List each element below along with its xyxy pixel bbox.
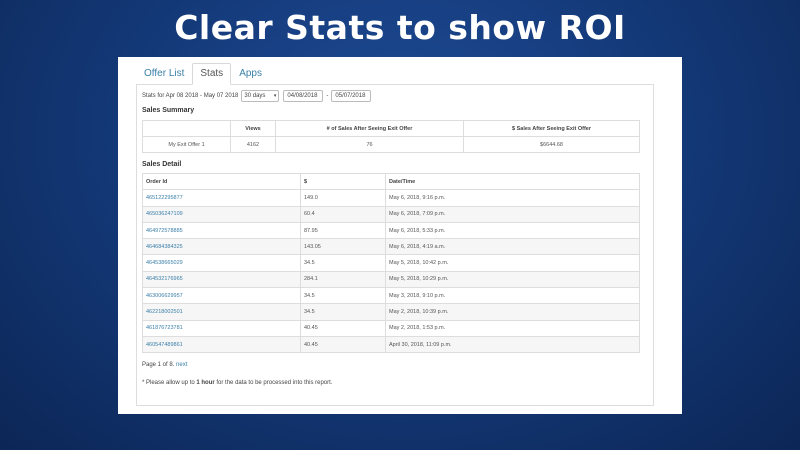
order-id-link[interactable]: 461876723781 bbox=[146, 325, 183, 331]
summary-header-cell bbox=[142, 120, 231, 137]
slide-title: Clear Stats to show ROI bbox=[174, 8, 626, 47]
datetime-cell: May 2, 2018, 1:53 p.m. bbox=[385, 319, 640, 337]
table-row: 460547489861 40.45 April 30, 2018, 11:09… bbox=[142, 335, 640, 354]
amount-cell: 87.95 bbox=[300, 221, 386, 240]
date-filter-row: Stats for Apr 08 2018 - May 07 2018 30 d… bbox=[142, 89, 372, 102]
summary-cell: $6644.68 bbox=[463, 136, 640, 153]
start-date-input[interactable]: 04/08/2018 bbox=[283, 89, 324, 102]
tab-offer-list[interactable]: Offer List bbox=[136, 63, 192, 85]
table-row: 462218002501 34.5 May 2, 2018, 10:39 p.m… bbox=[142, 303, 640, 321]
order-id-link[interactable]: 464532176965 bbox=[146, 276, 183, 282]
summary-header-cell: Views bbox=[230, 120, 276, 137]
tab-bar: Offer List Stats Apps bbox=[136, 63, 270, 85]
order-id-link[interactable]: 465122295877 bbox=[146, 195, 183, 201]
order-id-link[interactable]: 464684384325 bbox=[146, 244, 183, 250]
table-row: 465122295877 149.0 May 6, 2018, 9:16 p.m… bbox=[142, 189, 640, 207]
table-row: 464538665029 34.5 May 5, 2018, 10:42 p.m… bbox=[142, 254, 640, 272]
note-emphasis: 1 hour bbox=[196, 380, 215, 386]
order-id-link[interactable]: 464538665029 bbox=[146, 260, 183, 266]
summary-header-row: Views # of Sales After Seeing Exit Offer… bbox=[142, 120, 640, 137]
table-row: 465036247109 60.4 May 6, 2018, 7:09 p.m. bbox=[142, 205, 640, 223]
order-id-link[interactable]: 462218002501 bbox=[146, 309, 183, 315]
amount-cell: 34.5 bbox=[300, 254, 386, 272]
order-id-link[interactable]: 464972578885 bbox=[146, 228, 183, 234]
summary-cell: My Exit Offer 1 bbox=[142, 136, 231, 153]
note-prefix: * Please allow up to bbox=[142, 380, 197, 386]
detail-header-cell: Order Id bbox=[142, 172, 301, 191]
pagination: Page 1 of 8. next bbox=[142, 362, 187, 368]
detail-header-cell: $ bbox=[300, 172, 386, 191]
chevron-down-icon: ▾ bbox=[273, 92, 277, 99]
table-row: 461876723781 40.45 May 2, 2018, 1:53 p.m… bbox=[142, 319, 640, 337]
sales-summary-table: Views # of Sales After Seeing Exit Offer… bbox=[142, 120, 640, 153]
amount-cell: 60.4 bbox=[300, 205, 386, 223]
datetime-cell: May 6, 2018, 4:19 a.m. bbox=[385, 238, 640, 256]
sales-detail-table: Order Id $ Date/Time 465122295877 149.0 … bbox=[142, 172, 640, 354]
detail-header-row: Order Id $ Date/Time bbox=[142, 172, 640, 191]
amount-cell: 40.45 bbox=[300, 319, 386, 337]
table-row: 464532176965 284.1 May 5, 2018, 10:29 p.… bbox=[142, 270, 640, 289]
sales-detail-title: Sales Detail bbox=[142, 161, 182, 168]
order-id-link[interactable]: 460547489861 bbox=[146, 342, 183, 348]
datetime-cell: May 6, 2018, 9:16 p.m. bbox=[385, 189, 640, 207]
table-row: 463006629957 34.5 May 3, 2018, 9:10 p.m. bbox=[142, 287, 640, 305]
order-id-link[interactable]: 463006629957 bbox=[146, 293, 183, 299]
date-range-label: Stats for Apr 08 2018 - May 07 2018 bbox=[142, 92, 239, 99]
summary-cell: 76 bbox=[275, 136, 464, 153]
period-select-value: 30 days bbox=[244, 92, 266, 99]
datetime-cell: April 30, 2018, 11:09 p.m. bbox=[385, 335, 640, 354]
amount-cell: 143.05 bbox=[300, 238, 386, 256]
end-date-input[interactable]: 05/07/2018 bbox=[331, 89, 372, 102]
table-row: 464684384325 143.05 May 6, 2018, 4:19 a.… bbox=[142, 238, 640, 256]
detail-header-cell: Date/Time bbox=[385, 172, 640, 191]
datetime-cell: May 6, 2018, 5:33 p.m. bbox=[385, 221, 640, 240]
table-row: 464972578885 87.95 May 6, 2018, 5:33 p.m… bbox=[142, 221, 640, 240]
stats-panel: Offer List Stats Apps Stats for Apr 08 2… bbox=[118, 57, 682, 414]
amount-cell: 34.5 bbox=[300, 303, 386, 321]
amount-cell: 149.0 bbox=[300, 189, 386, 207]
amount-cell: 34.5 bbox=[300, 287, 386, 305]
datetime-cell: May 5, 2018, 10:42 p.m. bbox=[385, 254, 640, 272]
summary-cell: 4162 bbox=[230, 136, 276, 153]
summary-header-cell: # of Sales After Seeing Exit Offer bbox=[275, 120, 464, 137]
datetime-cell: May 2, 2018, 10:39 p.m. bbox=[385, 303, 640, 321]
date-separator: - bbox=[326, 92, 329, 99]
summary-header-cell: $ Sales After Seeing Exit Offer bbox=[463, 120, 640, 137]
pagination-text: Page 1 of 8. bbox=[142, 362, 175, 368]
processing-note: * Please allow up to 1 hour for the data… bbox=[142, 380, 332, 386]
next-page-link[interactable]: next bbox=[176, 362, 187, 368]
tab-apps[interactable]: Apps bbox=[231, 63, 270, 85]
order-id-link[interactable]: 465036247109 bbox=[146, 211, 183, 217]
sales-summary-title: Sales Summary bbox=[142, 107, 195, 114]
stats-tab-content: Stats for Apr 08 2018 - May 07 2018 30 d… bbox=[136, 84, 654, 406]
tab-stats[interactable]: Stats bbox=[192, 63, 232, 85]
datetime-cell: May 3, 2018, 9:10 p.m. bbox=[385, 287, 640, 305]
period-select[interactable]: 30 days ▾ bbox=[241, 89, 280, 102]
datetime-cell: May 5, 2018, 10:29 p.m. bbox=[385, 270, 640, 289]
amount-cell: 284.1 bbox=[300, 270, 386, 289]
amount-cell: 40.45 bbox=[300, 335, 386, 354]
summary-row: My Exit Offer 1 4162 76 $6644.68 bbox=[142, 136, 640, 153]
note-suffix: for the data to be processed into this r… bbox=[214, 380, 333, 386]
datetime-cell: May 6, 2018, 7:09 p.m. bbox=[385, 205, 640, 223]
